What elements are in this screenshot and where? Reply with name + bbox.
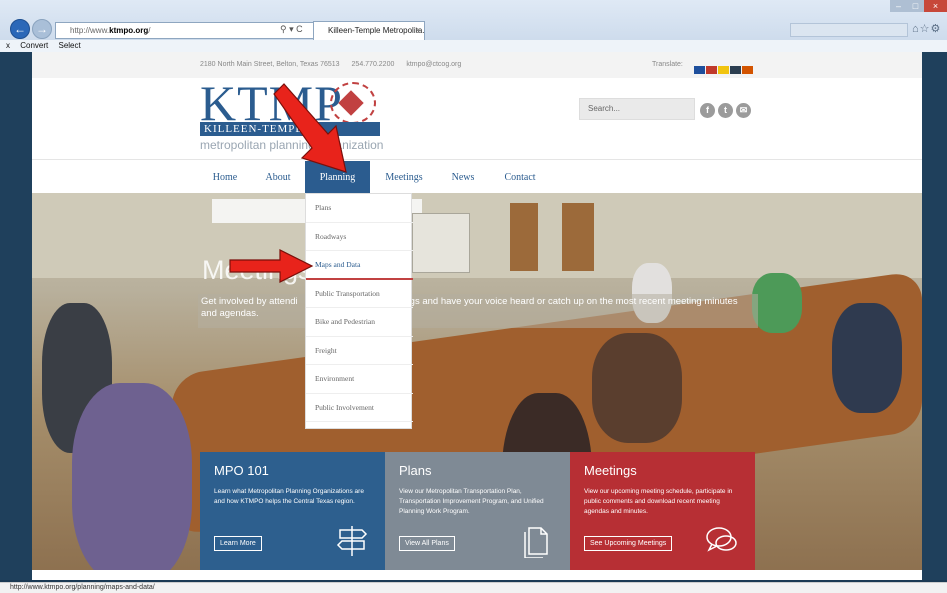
maximize-icon[interactable]: □	[907, 0, 924, 12]
learn-more-button[interactable]: Learn More	[214, 536, 262, 551]
web-page: 2180 North Main Street, Belton, Texas 76…	[32, 52, 922, 580]
language-flags[interactable]	[694, 60, 754, 74]
language-flag-icon[interactable]	[730, 66, 741, 74]
browser-search-box[interactable]	[790, 23, 908, 37]
convert-button[interactable]: Convert	[20, 41, 48, 50]
language-flag-icon[interactable]	[706, 66, 717, 74]
nav-news[interactable]: News	[439, 161, 487, 194]
tab-close-icon[interactable]: ×	[415, 22, 420, 39]
annotation-arrow-down-icon	[273, 83, 347, 173]
page-background-right	[922, 52, 947, 580]
hero-photo-person	[832, 303, 902, 413]
card-body: Learn what Metropolitan Planning Organiz…	[214, 488, 364, 505]
card-title: MPO 101	[214, 463, 269, 478]
hero-photo-map	[412, 213, 470, 273]
command-toolbar: x Convert Select	[0, 40, 947, 52]
card-title: Plans	[399, 463, 432, 478]
dropdown-item-roadways[interactable]: Roadways	[306, 223, 413, 251]
select-button[interactable]: Select	[58, 41, 80, 50]
browser-tab[interactable]: Killeen-Temple Metropolita... ×	[313, 21, 425, 40]
hero-photo-door	[562, 203, 594, 271]
language-flag-icon[interactable]	[718, 66, 729, 74]
browser-chrome: ← → http://www.ktmpo.org/ ⚲ ▾ C Killeen-…	[0, 0, 947, 52]
nav-home[interactable]: Home	[200, 161, 250, 194]
dropdown-item-environment[interactable]: Environment	[306, 365, 413, 394]
main-nav: Home About Planning Meetings News Contac…	[32, 159, 922, 194]
dropdown-item-plans[interactable]: Plans	[306, 194, 413, 223]
address-actions[interactable]: ⚲ ▾ C	[280, 24, 303, 35]
language-flag-icon[interactable]	[742, 66, 753, 74]
status-bar: http://www.ktmpo.org/planning/maps-and-d…	[0, 582, 947, 593]
contact-topbar: 2180 North Main Street, Belton, Texas 76…	[32, 52, 922, 78]
feature-cards: MPO 101 Learn what Metropolitan Planning…	[200, 452, 755, 572]
chat-bubbles-icon	[704, 522, 740, 558]
topbar-phone: 254.770.2200	[351, 61, 395, 68]
forward-button[interactable]: →	[32, 19, 52, 39]
address-prefix: http://www.	[70, 26, 110, 35]
nav-meetings[interactable]: Meetings	[374, 161, 434, 194]
toolbar-close[interactable]: x	[6, 41, 10, 50]
topbar-email[interactable]: ktmpo@ctcog.org	[406, 61, 461, 68]
hero-photo-door	[510, 203, 538, 271]
minimize-icon[interactable]: –	[890, 0, 907, 12]
address-suffix: /	[148, 26, 151, 35]
hero-desc-line2: and agendas.	[201, 308, 259, 319]
tab-title: Killeen-Temple Metropolita...	[328, 26, 425, 35]
translate-label: Translate:	[652, 61, 683, 68]
hero-description: Get involved by attendi gs and have your …	[201, 296, 761, 320]
hero-desc-right: gs and have your voice heard or catch up…	[409, 296, 738, 307]
signpost-icon	[334, 522, 370, 558]
dropdown-item-maps-and-data[interactable]: Maps and Data	[306, 251, 413, 280]
hero-photo-wall	[32, 193, 922, 278]
card-body: View our Metropolitan Transportation Pla…	[399, 488, 544, 515]
annotation-arrow-right-icon	[229, 249, 314, 283]
hero-photo-person	[592, 333, 682, 443]
card-title: Meetings	[584, 463, 637, 478]
dropdown-item-public-transportation[interactable]: Public Transportation	[306, 280, 413, 308]
document-icon	[519, 522, 555, 559]
hero-photo-person	[72, 383, 192, 580]
dropdown-item-public-involvement[interactable]: Public Involvement	[306, 394, 413, 422]
page-bottom-strip	[32, 570, 922, 580]
dropdown-item-freight[interactable]: Freight	[306, 337, 413, 365]
see-upcoming-meetings-button[interactable]: See Upcoming Meetings	[584, 536, 673, 551]
browser-window: { "browser": { "address": "http://www.kt…	[0, 0, 947, 593]
facebook-icon[interactable]: f	[700, 103, 715, 118]
address-domain: ktmpo.org	[109, 26, 149, 35]
hero-desc-left: Get involved by attendi	[201, 296, 298, 307]
card-body: View our upcoming meeting schedule, part…	[584, 488, 733, 515]
planning-dropdown-menu: Plans Roadways Maps and Data Public Tran…	[305, 193, 413, 429]
twitter-icon[interactable]: t	[718, 103, 733, 118]
topbar-address: 2180 North Main Street, Belton, Texas 76…	[200, 61, 340, 68]
language-flag-icon[interactable]	[694, 66, 705, 74]
card-meetings: Meetings View our upcoming meeting sched…	[570, 452, 755, 570]
dropdown-item-bike-and-pedestrian[interactable]: Bike and Pedestrian	[306, 308, 413, 337]
back-button[interactable]: ←	[10, 19, 30, 39]
site-search-input[interactable]: Search...	[579, 98, 695, 120]
card-plans: Plans View our Metropolitan Transportati…	[385, 452, 570, 570]
browser-tools-icons[interactable]: ⌂☆⚙	[912, 22, 941, 35]
page-background-left	[0, 52, 32, 580]
close-window-icon[interactable]: ×	[924, 0, 947, 12]
card-mpo-101: MPO 101 Learn what Metropolitan Planning…	[200, 452, 385, 570]
view-all-plans-button[interactable]: View All Plans	[399, 536, 455, 551]
nav-contact[interactable]: Contact	[492, 161, 548, 194]
email-icon[interactable]: ✉	[736, 103, 751, 118]
